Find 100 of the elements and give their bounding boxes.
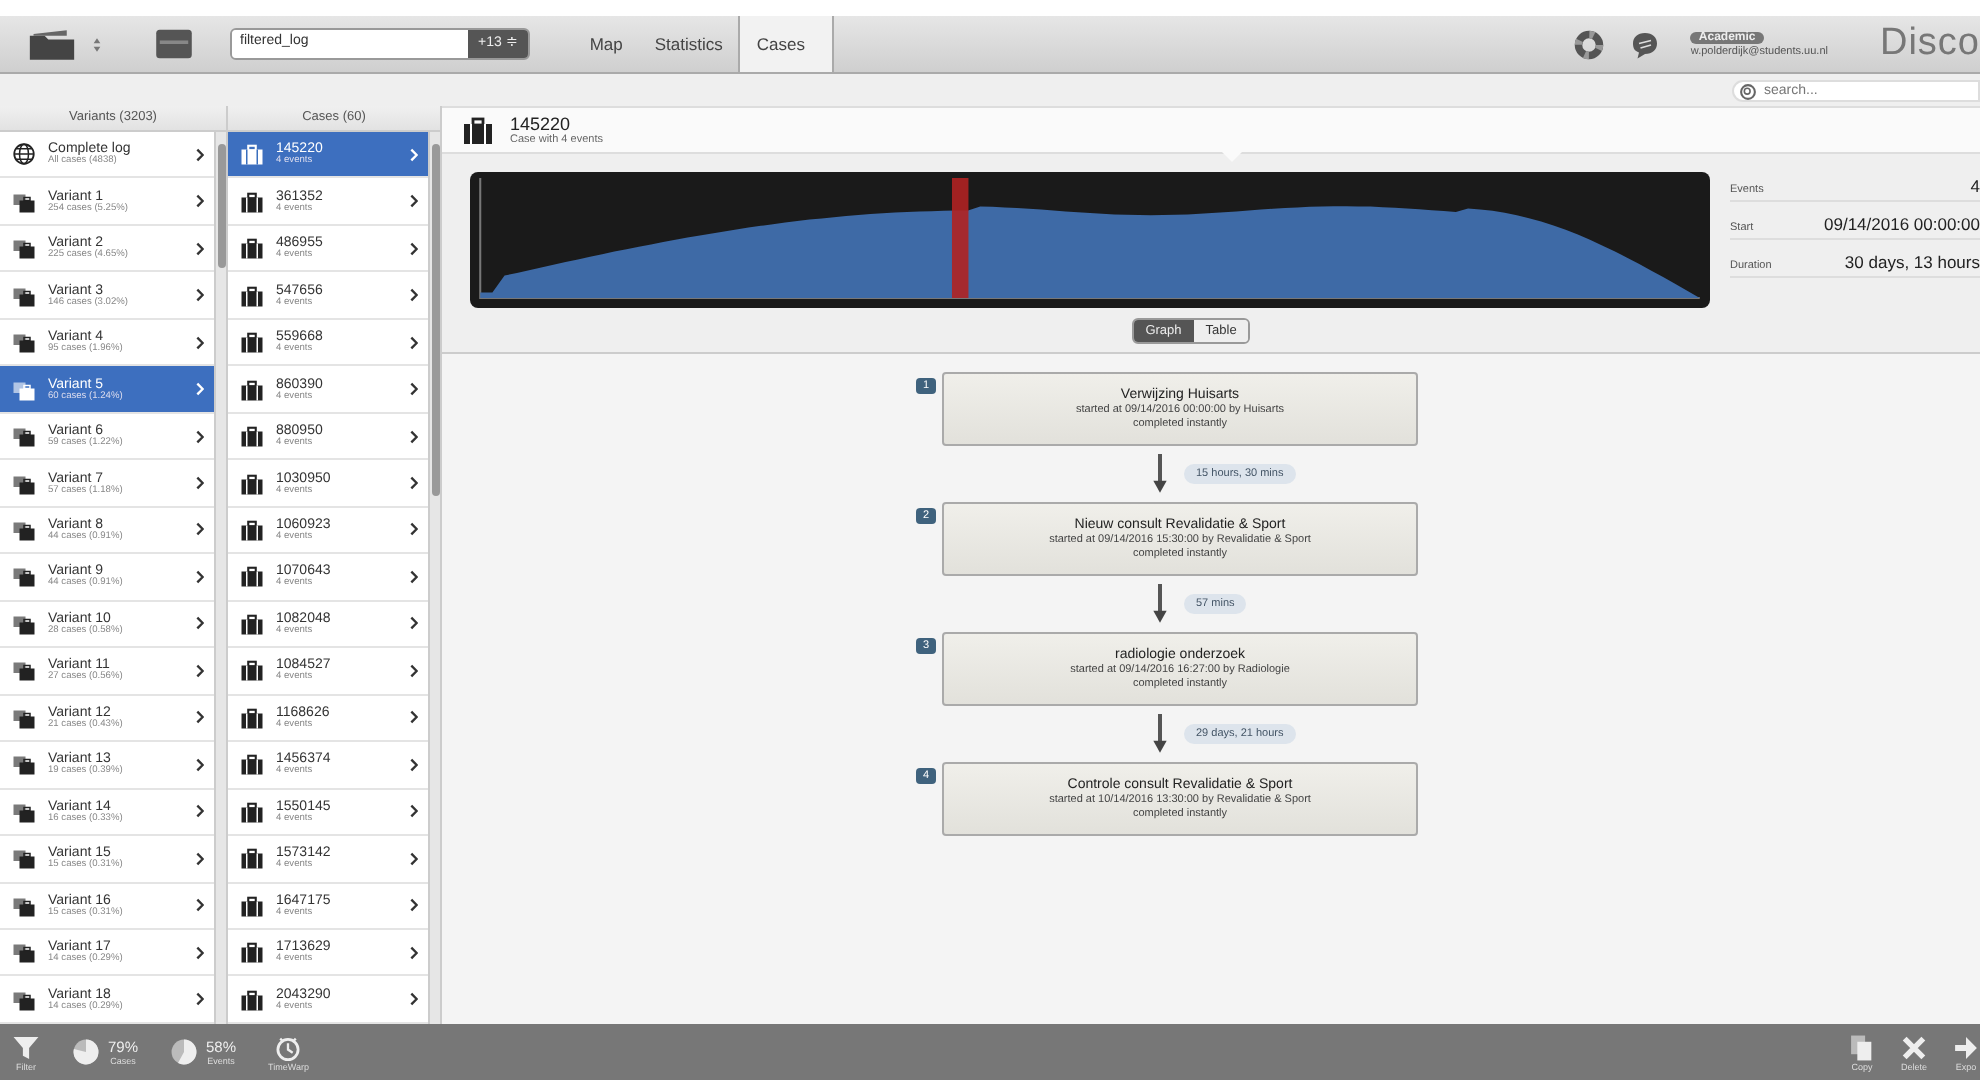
chevron-icon (196, 335, 204, 350)
chevron-icon (410, 945, 418, 960)
chevron-icon (196, 382, 204, 397)
briefcase-icon (240, 846, 264, 871)
briefcases-icon (12, 377, 36, 402)
briefcases-icon (12, 799, 36, 824)
case-title: 145220 (510, 114, 573, 134)
chevron-icon (196, 945, 204, 960)
chevron-icon (410, 804, 418, 819)
funnel-icon (12, 1033, 40, 1061)
chevron-icon (410, 288, 418, 303)
briefcases-icon (12, 893, 36, 918)
briefcases-icon (12, 940, 36, 965)
globe-icon (12, 142, 36, 167)
chevron-icon (410, 851, 418, 866)
chevron-icon (196, 851, 204, 866)
briefcase-icon (240, 658, 264, 683)
chevron-icon (196, 616, 204, 631)
chevron-icon (410, 757, 418, 772)
briefcase-icon (240, 377, 264, 402)
scrollbar[interactable] (428, 132, 440, 1024)
briefcase-icon (240, 799, 264, 824)
briefcases-icon (12, 564, 36, 589)
chevron-icon (410, 429, 418, 444)
chevron-icon (410, 663, 418, 678)
briefcases-icon (12, 424, 36, 449)
chevron-icon (196, 241, 204, 256)
briefcase-icon (240, 893, 264, 918)
chevron-icon (196, 804, 204, 819)
briefcase-icon (240, 330, 264, 355)
chevron-icon (196, 147, 204, 162)
briefcase-icon (240, 142, 264, 167)
briefcase-icon (240, 611, 264, 636)
briefcase-icon (240, 940, 264, 965)
lifebuoy-icon[interactable] (1574, 29, 1605, 59)
briefcase-icon (240, 424, 264, 449)
briefcase-icon (462, 114, 494, 146)
chevron-icon (410, 992, 418, 1007)
chevron-icon (196, 663, 204, 678)
chevron-icon (196, 569, 204, 584)
chevron-icon (196, 757, 204, 772)
chevron-icon (196, 429, 204, 444)
chevron-icon (196, 288, 204, 303)
chevron-icon (410, 898, 418, 913)
briefcases-icon (12, 189, 36, 214)
chevron-icon (410, 335, 418, 350)
chevron-icon (410, 522, 418, 537)
chevron-icon (196, 522, 204, 537)
briefcases-icon (12, 330, 36, 355)
stat-value: 09/14/2016 00:00:00 (1824, 214, 1980, 234)
briefcases-icon (12, 987, 36, 1012)
scrollbar[interactable] (214, 132, 226, 1024)
briefcase-icon (240, 517, 264, 542)
stat-value: 30 days, 13 hours (1844, 252, 1980, 272)
chevron-icon (196, 898, 204, 913)
briefcases-icon (12, 846, 36, 871)
pie-icon (170, 1038, 199, 1066)
briefcase-icon (240, 705, 264, 730)
briefcases-icon (12, 705, 36, 730)
folder-icon[interactable] (28, 27, 76, 61)
chevron-icon (410, 710, 418, 725)
chat-icon[interactable] (1630, 29, 1661, 59)
briefcases-icon (12, 283, 36, 308)
chevron-icon (196, 194, 204, 209)
stopwatch-icon (274, 1033, 303, 1061)
chevron-icon (196, 710, 204, 725)
briefcase-icon (240, 987, 264, 1012)
brand-name: Disco (1879, 22, 1980, 66)
briefcase-icon (240, 236, 264, 261)
chevron-icon (410, 616, 418, 631)
briefcases-icon (12, 517, 36, 542)
chevron-icon (410, 382, 418, 397)
briefcases-icon (12, 611, 36, 636)
chevron-icon (410, 147, 418, 162)
close-icon (1900, 1033, 1928, 1061)
chevron-icon (410, 241, 418, 256)
briefcase-icon (240, 752, 264, 777)
copy-icon (1848, 1033, 1876, 1061)
briefcases-icon (12, 471, 36, 496)
chevron-icon (410, 476, 418, 491)
chevron-icon (410, 569, 418, 584)
briefcase-icon (240, 471, 264, 496)
briefcase-icon (240, 564, 264, 589)
tab[interactable]: Map (573, 16, 639, 72)
chevron-icon (196, 992, 204, 1007)
tab[interactable]: Statistics (638, 16, 739, 72)
chevron-icon (410, 194, 418, 209)
stepper-icon[interactable] (92, 35, 102, 53)
arrow-icon (1952, 1033, 1980, 1061)
briefcases-icon (12, 752, 36, 777)
pie-icon (72, 1038, 100, 1066)
briefcase-icon (240, 283, 264, 308)
search-icon (1740, 84, 1756, 100)
briefcases-icon (12, 658, 36, 683)
tab[interactable]: Cases (738, 16, 835, 72)
briefcases-icon (12, 236, 36, 261)
stat-value: 4 (1970, 176, 1980, 196)
drawer-icon[interactable] (154, 28, 194, 60)
chevron-icon (196, 476, 204, 491)
briefcase-icon (240, 189, 264, 214)
